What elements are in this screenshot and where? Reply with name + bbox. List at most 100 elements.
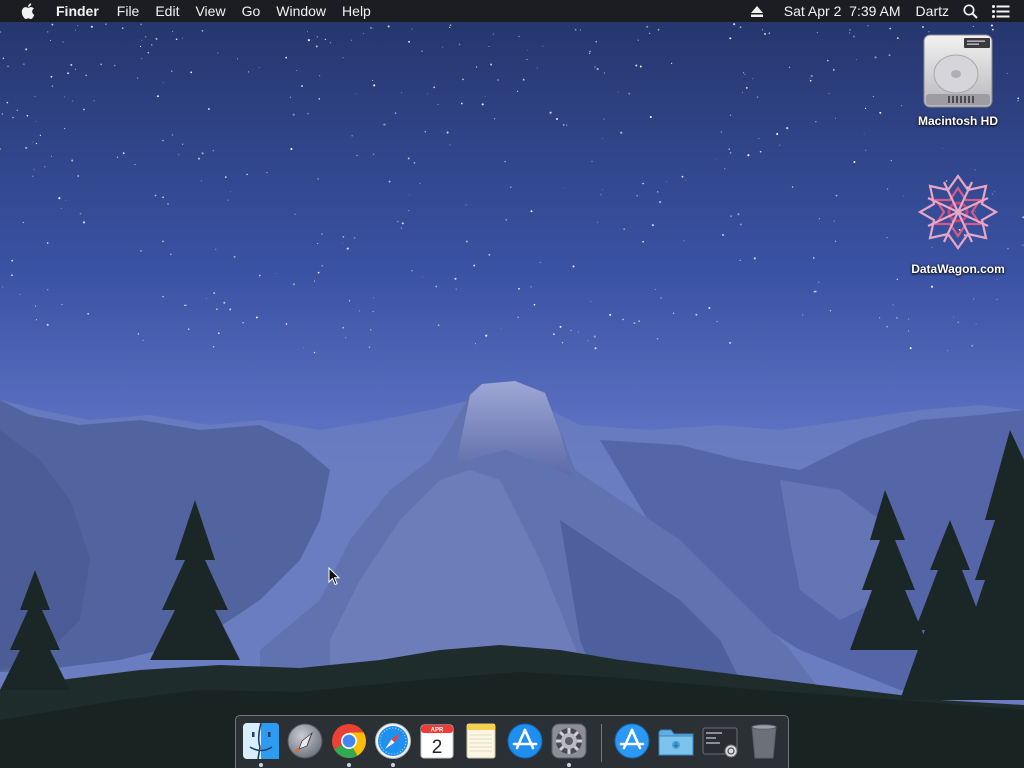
star bbox=[51, 23, 54, 26]
star bbox=[637, 39, 639, 41]
star bbox=[368, 346, 371, 348]
dock-item-safari[interactable] bbox=[373, 721, 413, 767]
star bbox=[561, 342, 564, 344]
star bbox=[362, 32, 365, 35]
app-store-icon bbox=[614, 723, 650, 759]
star bbox=[233, 255, 236, 258]
star bbox=[22, 63, 25, 66]
star bbox=[216, 308, 218, 310]
star bbox=[526, 59, 528, 61]
dock-stack-folder[interactable] bbox=[656, 721, 696, 761]
star bbox=[10, 274, 13, 277]
menu-view[interactable]: View bbox=[187, 0, 233, 22]
star bbox=[154, 194, 157, 197]
star bbox=[342, 57, 344, 59]
menu-window[interactable]: Window bbox=[268, 0, 334, 22]
star bbox=[485, 334, 488, 337]
dock-item-system-preferences[interactable] bbox=[549, 721, 589, 767]
menu-edit[interactable]: Edit bbox=[147, 0, 187, 22]
star bbox=[79, 212, 82, 215]
notification-center-button[interactable] bbox=[985, 0, 1024, 22]
status-area: Sat Apr 2 7:39 AM Dartz bbox=[744, 0, 1024, 22]
star bbox=[972, 298, 975, 300]
star bbox=[745, 87, 748, 89]
star bbox=[465, 240, 468, 243]
star bbox=[759, 150, 762, 153]
star bbox=[559, 325, 562, 328]
star bbox=[849, 29, 851, 31]
star bbox=[35, 142, 38, 145]
star bbox=[642, 240, 644, 243]
star bbox=[744, 74, 746, 75]
star bbox=[301, 85, 303, 87]
star bbox=[351, 135, 353, 137]
star bbox=[815, 121, 817, 123]
star bbox=[622, 318, 624, 321]
dock-stack-screenshots[interactable] bbox=[700, 721, 740, 761]
clock[interactable]: Sat Apr 2 7:39 AM bbox=[777, 0, 908, 22]
trash-icon bbox=[751, 724, 777, 759]
menu-app-finder[interactable]: Finder bbox=[56, 0, 109, 22]
dock-stack-applications[interactable] bbox=[612, 721, 652, 761]
star bbox=[230, 191, 231, 193]
star bbox=[826, 59, 829, 62]
star bbox=[591, 161, 593, 163]
star bbox=[33, 168, 35, 170]
eject-menu[interactable] bbox=[744, 0, 777, 22]
star bbox=[867, 25, 869, 27]
dock-item-app-store[interactable] bbox=[505, 721, 545, 761]
dock-item-finder[interactable] bbox=[241, 721, 281, 767]
star bbox=[530, 285, 532, 288]
dock-item-chrome[interactable] bbox=[329, 721, 369, 767]
star bbox=[449, 24, 452, 27]
star bbox=[50, 39, 52, 42]
desktop-wallpaper bbox=[0, 0, 1024, 768]
star bbox=[786, 127, 789, 130]
star bbox=[314, 280, 315, 282]
star bbox=[387, 25, 390, 28]
star bbox=[779, 144, 781, 146]
star bbox=[162, 240, 164, 243]
star bbox=[341, 242, 343, 244]
star bbox=[435, 285, 438, 288]
star bbox=[292, 283, 295, 286]
star bbox=[888, 54, 891, 57]
star bbox=[313, 351, 316, 354]
star bbox=[556, 118, 558, 120]
star bbox=[741, 92, 743, 93]
star bbox=[853, 161, 856, 163]
star bbox=[65, 200, 67, 201]
star bbox=[874, 56, 877, 59]
star bbox=[518, 35, 520, 37]
star bbox=[660, 297, 662, 299]
star bbox=[47, 31, 49, 33]
dock-item-calendar[interactable]: APR 2 bbox=[417, 721, 457, 761]
menu-help[interactable]: Help bbox=[334, 0, 379, 22]
star bbox=[162, 296, 164, 298]
star bbox=[44, 166, 46, 168]
desktop-icon-macintosh-hd[interactable]: Macintosh HD bbox=[898, 32, 1018, 128]
star bbox=[729, 114, 732, 116]
star bbox=[828, 93, 830, 95]
star bbox=[590, 300, 592, 302]
star bbox=[816, 31, 819, 34]
menu-go[interactable]: Go bbox=[234, 0, 269, 22]
star bbox=[791, 186, 794, 188]
star bbox=[574, 28, 577, 31]
star bbox=[756, 96, 759, 99]
user-menu[interactable]: Dartz bbox=[908, 0, 956, 22]
star bbox=[246, 173, 248, 176]
apple-menu[interactable] bbox=[0, 0, 56, 22]
dock-item-notes[interactable] bbox=[461, 721, 501, 761]
star bbox=[957, 321, 959, 323]
dock-item-launchpad[interactable] bbox=[285, 721, 325, 761]
star bbox=[864, 107, 867, 110]
star bbox=[401, 222, 404, 225]
apple-icon bbox=[21, 3, 35, 19]
desktop-icon-datawagon[interactable]: DataWagon.com bbox=[898, 172, 1018, 276]
star bbox=[2, 57, 5, 60]
dock-item-trash[interactable] bbox=[744, 721, 784, 761]
spotlight-button[interactable] bbox=[956, 0, 985, 22]
menu-file[interactable]: File bbox=[109, 0, 148, 22]
star bbox=[596, 67, 599, 71]
